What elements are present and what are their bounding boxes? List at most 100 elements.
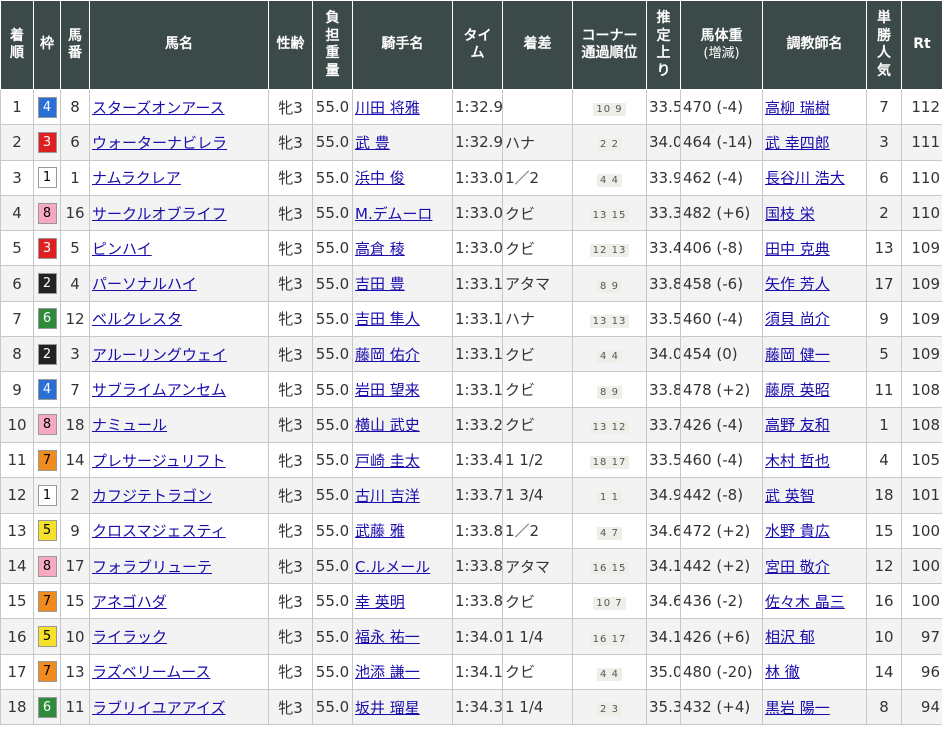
jockey-link[interactable]: 吉田 豊: [355, 275, 405, 293]
header-weight: 負担重量: [312, 0, 353, 90]
trainer-link[interactable]: 国枝 栄: [765, 205, 815, 223]
horse-link[interactable]: ピンハイ: [92, 240, 152, 258]
trainer-link[interactable]: 藤岡 健一: [765, 346, 830, 364]
jockey-link[interactable]: 吉田 隼人: [355, 310, 420, 328]
trainer-link[interactable]: 水野 貴広: [765, 522, 830, 540]
horse-link[interactable]: ライラック: [92, 628, 167, 646]
trainer-link[interactable]: 木村 哲也: [765, 452, 830, 470]
cell-sexage: 牝3: [268, 441, 313, 479]
header-rt: Rt: [901, 0, 942, 90]
cell-rt: 100: [901, 547, 942, 585]
cell-last3f: 34.6: [646, 583, 681, 620]
cell-waku: 3: [33, 124, 61, 161]
horse-link[interactable]: ナミュール: [92, 416, 167, 434]
header-waku: 枠: [33, 0, 61, 90]
cell-jockey: 池添 謙一: [352, 653, 453, 691]
horse-link[interactable]: アルーリングウェイ: [92, 346, 227, 364]
jockey-link[interactable]: 高倉 稜: [355, 240, 405, 258]
cell-time: 1:33.0: [452, 230, 503, 267]
cell-waku: 1: [33, 477, 61, 514]
jockey-link[interactable]: 幸 英明: [355, 593, 405, 611]
cell-waku: 8: [33, 547, 61, 585]
cell-trainer: 藤原 英昭: [762, 371, 867, 408]
jockey-link[interactable]: 川田 将雅: [355, 99, 420, 117]
trainer-link[interactable]: 田中 克典: [765, 240, 830, 258]
cell-trainer: 佐々木 晶三: [762, 583, 867, 620]
cell-trainer: 矢作 芳人: [762, 265, 867, 302]
jockey-link[interactable]: 池添 謙一: [355, 663, 420, 681]
table-row: 7 6 12 ベルクレスタ 牝3 55.0 吉田 隼人 1:33.1 ハナ 13…: [0, 300, 942, 338]
horse-link[interactable]: パーソナルハイ: [92, 275, 197, 293]
jockey-link[interactable]: C.ルメール: [355, 558, 430, 576]
cell-horse: フォラブリューテ: [89, 547, 269, 585]
jockey-link[interactable]: 戸崎 圭太: [355, 452, 420, 470]
trainer-link[interactable]: 矢作 芳人: [765, 275, 830, 293]
table-row: 8 2 3 アルーリングウェイ 牝3 55.0 藤岡 佑介 1:33.1 クビ …: [0, 336, 942, 373]
cell-rank: 1: [0, 88, 34, 126]
jockey-link[interactable]: 岩田 望来: [355, 381, 420, 399]
cell-corner: 13 13: [572, 300, 647, 338]
jockey-link[interactable]: 浜中 俊: [355, 169, 405, 187]
header-margin: 着差: [502, 0, 573, 90]
trainer-link[interactable]: 佐々木 晶三: [765, 593, 845, 611]
cell-waku: 2: [33, 265, 61, 302]
horse-link[interactable]: サークルオブライフ: [92, 205, 227, 223]
horse-link[interactable]: ウォーターナビレラ: [92, 134, 227, 152]
cell-corner: 18 17: [572, 441, 647, 479]
horse-link[interactable]: スターズオンアース: [92, 99, 225, 117]
horse-link[interactable]: サブライムアンセム: [92, 381, 226, 399]
trainer-link[interactable]: 武 幸四郎: [765, 134, 830, 152]
horse-link[interactable]: ラブリイユアアイズ: [92, 699, 226, 717]
cell-rank: 2: [0, 124, 34, 161]
cell-odds-rank: 1: [866, 406, 902, 443]
jockey-link[interactable]: 武 豊: [355, 134, 390, 152]
horse-link[interactable]: クロスマジェスティ: [92, 522, 226, 540]
cell-margin: 1／2: [502, 512, 573, 549]
cell-margin: アタマ: [502, 265, 573, 302]
cell-rt: 108: [901, 406, 942, 443]
cell-time: 1:33.8: [452, 547, 503, 585]
cell-jockey: 横山 武史: [352, 406, 453, 443]
cell-num: 15: [60, 583, 90, 620]
horse-link[interactable]: アネゴハダ: [92, 593, 167, 611]
horse-link[interactable]: プレサージュリフト: [92, 452, 226, 470]
jockey-link[interactable]: 藤岡 佑介: [355, 346, 420, 364]
trainer-link[interactable]: 須貝 尚介: [765, 310, 830, 328]
cell-weight: 55.0: [312, 653, 353, 691]
trainer-link[interactable]: 高野 友和: [765, 416, 830, 434]
jockey-link[interactable]: 横山 武史: [355, 416, 420, 434]
horse-link[interactable]: フォラブリューテ: [92, 558, 212, 576]
cell-last3f: 35.0: [646, 653, 681, 691]
horse-link[interactable]: ナムラクレア: [92, 169, 181, 187]
cell-rank: 6: [0, 265, 34, 302]
cell-horse: カフジテトラゴン: [89, 477, 269, 514]
trainer-link[interactable]: 長谷川 浩大: [765, 169, 845, 187]
horse-link[interactable]: ラズベリームース: [92, 663, 211, 681]
trainer-link[interactable]: 武 英智: [765, 487, 815, 505]
trainer-link[interactable]: 藤原 英昭: [765, 381, 830, 399]
cell-horse: クロスマジェスティ: [89, 512, 269, 549]
jockey-link[interactable]: 坂井 瑠星: [355, 699, 420, 717]
trainer-link[interactable]: 高柳 瑞樹: [765, 99, 830, 117]
trainer-link[interactable]: 相沢 郁: [765, 628, 815, 646]
trainer-link[interactable]: 黒岩 陽一: [765, 699, 830, 717]
jockey-link[interactable]: 福永 祐一: [355, 628, 420, 646]
trainer-link[interactable]: 宮田 敬介: [765, 558, 830, 576]
cell-weight: 55.0: [312, 406, 353, 443]
jockey-link[interactable]: 武藤 雅: [355, 522, 405, 540]
cell-jockey: C.ルメール: [352, 547, 453, 585]
corner-positions: 4 4: [597, 173, 622, 187]
cell-time: 1:33.8: [452, 583, 503, 620]
cell-num: 6: [60, 124, 90, 161]
cell-weight: 55.0: [312, 371, 353, 408]
trainer-link[interactable]: 林 徹: [765, 663, 800, 681]
cell-rt: 109: [901, 336, 942, 373]
cell-jockey: 高倉 稜: [352, 230, 453, 267]
horse-link[interactable]: カフジテトラゴン: [92, 487, 212, 505]
cell-corner: 8 9: [572, 371, 647, 408]
jockey-link[interactable]: M.デムーロ: [355, 205, 432, 223]
cell-waku: 2: [33, 336, 61, 373]
cell-sexage: 牝3: [268, 406, 313, 443]
horse-link[interactable]: ベルクレスタ: [92, 310, 182, 328]
jockey-link[interactable]: 古川 吉洋: [355, 487, 420, 505]
